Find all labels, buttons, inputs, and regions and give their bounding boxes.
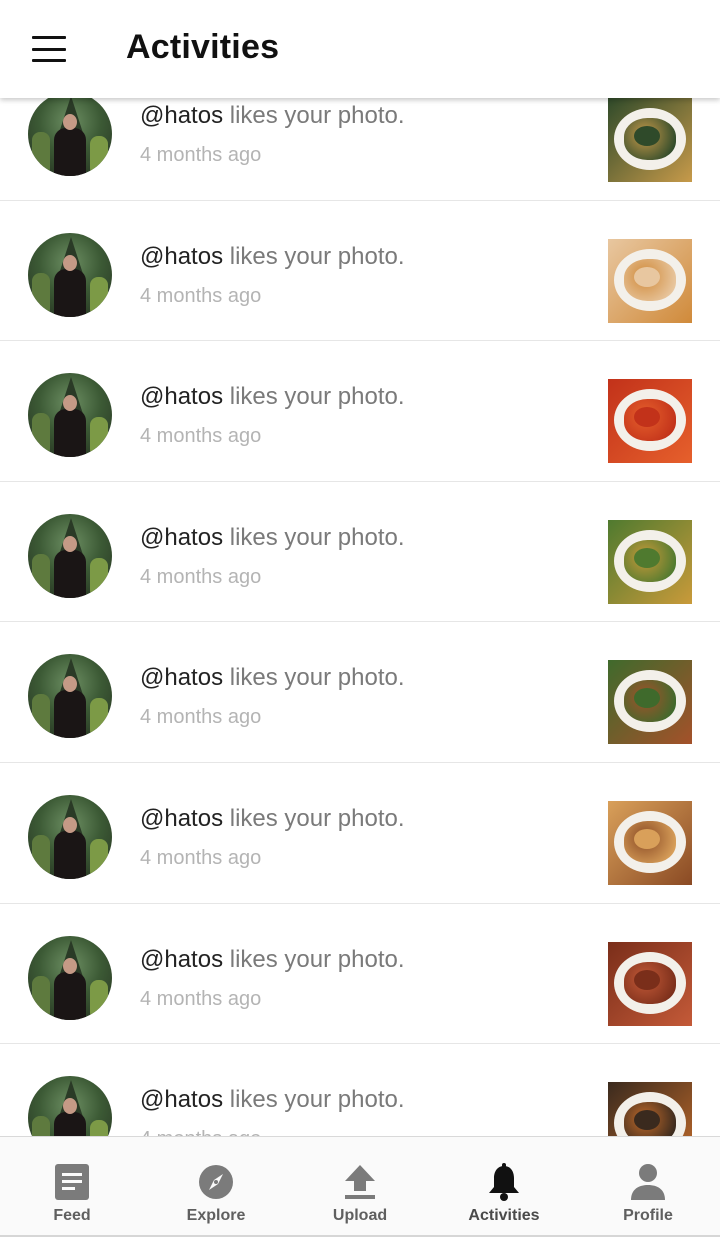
activity-row[interactable]: @hatos likes your photo. 4 months ago	[0, 98, 720, 201]
bottom-navigation: Feed Explore Upload Activities Profile	[0, 1136, 720, 1237]
nav-item-profile[interactable]: Profile	[576, 1137, 720, 1237]
timestamp: 4 months ago	[140, 284, 262, 307]
activity-action: likes your photo.	[229, 242, 405, 270]
username-link[interactable]: @hatos	[140, 243, 223, 270]
username-link[interactable]: @hatos	[140, 946, 223, 973]
activity-action: likes your photo.	[229, 945, 405, 973]
photo-thumbnail[interactable]	[608, 98, 692, 182]
timestamp: 4 months ago	[140, 846, 262, 869]
username-link[interactable]: @hatos	[140, 664, 223, 691]
activity-row[interactable]: @hatos likes your photo. 4 months ago	[0, 622, 720, 763]
photo-thumbnail[interactable]	[608, 238, 692, 323]
activity-action: likes your photo.	[229, 1086, 405, 1114]
username-link[interactable]: @hatos	[140, 524, 223, 551]
activity-text: @hatos likes your photo.	[140, 664, 405, 692]
photo-thumbnail[interactable]	[608, 1082, 692, 1136]
activity-row[interactable]: @hatos likes your photo. 4 months ago	[0, 200, 720, 342]
avatar[interactable]	[28, 935, 112, 1020]
nav-item-feed[interactable]: Feed	[0, 1137, 144, 1237]
page-title: Activities	[126, 28, 280, 66]
compass-icon	[199, 1165, 233, 1199]
nav-item-explore[interactable]: Explore	[144, 1137, 288, 1237]
activity-list[interactable]: @hatos likes your photo. 4 months ago @hat…	[0, 98, 720, 1136]
activity-action: likes your photo.	[229, 523, 405, 551]
timestamp: 4 months ago	[140, 144, 262, 166]
avatar[interactable]	[28, 513, 112, 598]
activity-text: @hatos likes your photo.	[140, 383, 405, 411]
nav-label-upload: Upload	[332, 1207, 388, 1224]
feed-icon	[55, 1164, 89, 1200]
timestamp: 4 months ago	[140, 706, 262, 729]
photo-thumbnail[interactable]	[608, 941, 692, 1026]
username-link[interactable]: @hatos	[140, 805, 223, 832]
hamburger-menu-icon[interactable]	[32, 36, 66, 62]
activity-action: likes your photo.	[229, 383, 405, 411]
activity-row[interactable]: @hatos likes your photo. 4 months ago	[0, 903, 720, 1045]
photo-thumbnail[interactable]	[608, 519, 692, 604]
bell-icon	[489, 1163, 519, 1201]
activity-action: likes your photo.	[229, 804, 405, 832]
nav-label-explore: Explore	[186, 1207, 246, 1224]
app-bar: Activities	[0, 0, 720, 98]
person-icon	[631, 1164, 665, 1200]
activity-action: likes your photo.	[229, 664, 405, 692]
activity-text: @hatos likes your photo.	[140, 946, 405, 974]
activity-text: @hatos likes your photo.	[140, 805, 405, 833]
username-link[interactable]: @hatos	[140, 383, 223, 410]
avatar[interactable]	[28, 232, 112, 317]
activity-row[interactable]: @hatos likes your photo. 4 months ago	[0, 481, 720, 623]
photo-thumbnail[interactable]	[608, 800, 692, 885]
avatar[interactable]	[28, 98, 112, 176]
activity-action: likes your photo.	[229, 102, 405, 129]
activity-row[interactable]: @hatos likes your photo. 4 months ago	[0, 341, 720, 482]
nav-label-feed: Feed	[53, 1207, 91, 1224]
activity-text: @hatos likes your photo.	[140, 1086, 405, 1114]
activity-text: @hatos likes your photo.	[140, 524, 405, 552]
timestamp: 4 months ago	[140, 425, 262, 448]
photo-thumbnail[interactable]	[608, 660, 692, 745]
username-link[interactable]: @hatos	[140, 102, 223, 129]
avatar[interactable]	[28, 794, 112, 879]
upload-icon	[345, 1165, 375, 1199]
timestamp: 4 months ago	[140, 1128, 261, 1136]
username-link[interactable]: @hatos	[140, 1086, 223, 1113]
timestamp: 4 months ago	[140, 987, 262, 1010]
activity-text: @hatos likes your photo.	[140, 102, 405, 130]
nav-item-upload[interactable]: Upload	[288, 1137, 432, 1237]
timestamp: 4 months ago	[140, 565, 262, 588]
nav-label-profile: Profile	[623, 1207, 673, 1224]
activity-row[interactable]: @hatos likes your photo. 4 months ago	[0, 762, 720, 904]
activity-text: @hatos likes your photo.	[140, 243, 405, 271]
avatar[interactable]	[28, 373, 112, 458]
nav-item-activities[interactable]: Activities	[432, 1137, 576, 1237]
nav-label-activities: Activities	[468, 1207, 540, 1224]
avatar[interactable]	[28, 654, 112, 739]
avatar[interactable]	[28, 1076, 112, 1136]
photo-thumbnail[interactable]	[608, 379, 692, 464]
activity-row[interactable]: @hatos likes your photo. 4 months ago	[0, 1044, 720, 1136]
